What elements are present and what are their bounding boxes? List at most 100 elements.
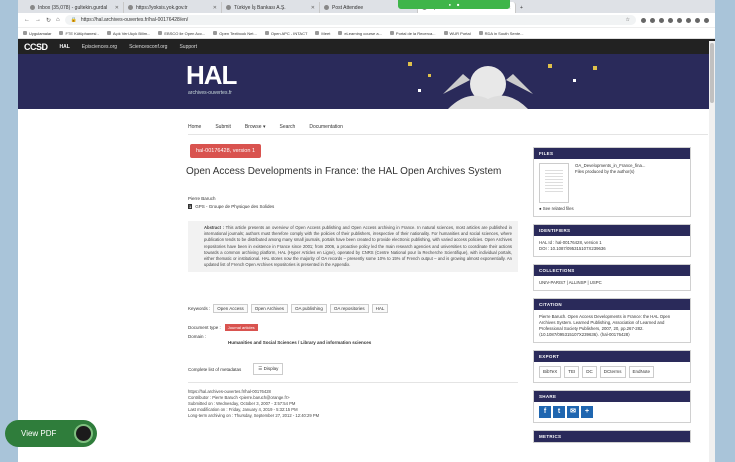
bookmark[interactable]: Portal de la Recerca... (389, 31, 436, 36)
scrollbar[interactable] (709, 41, 715, 462)
more-share-icon[interactable]: + (581, 406, 593, 418)
url-text: https://hal.archives-ouvertes.fr/hal-001… (80, 17, 189, 23)
bookmark[interactable]: EBSCO ile Open Acc... (158, 31, 205, 36)
recording-bar[interactable]: ● ■ (398, 0, 510, 9)
bookmark[interactable]: RDA in South Sente... (478, 31, 524, 36)
bank-icon (226, 5, 231, 10)
bookmark[interactable]: Open Textbook Net... (213, 31, 257, 36)
nav-submit[interactable]: Submit (215, 124, 231, 130)
url-field[interactable]: 🔒 https://hal.archives-ouvertes.fr/hal-00… (64, 15, 636, 25)
ccsd-logo[interactable]: CCSD (24, 42, 48, 52)
close-icon[interactable]: ✕ (213, 5, 217, 11)
browser-tab[interactable]: Türkiye İş Bankası A.Ş. ✕ (222, 2, 320, 13)
panel-title: FILES (534, 148, 690, 159)
bookmark-icon (443, 31, 448, 35)
view-pdf-button[interactable]: View PDF (5, 420, 97, 447)
extension-icon[interactable] (695, 17, 700, 23)
new-tab-button[interactable]: + (516, 2, 530, 13)
close-icon[interactable]: ✕ (115, 5, 119, 11)
browser-window: Inbox (35,078) - gultekin.gurdal ✕ https:… (18, 0, 715, 462)
keyword-chip[interactable]: Open Access (213, 304, 248, 313)
keyword-chip[interactable]: HAL (371, 304, 389, 313)
record-footer: https://hal.archives-ouvertes.fr/hal-001… (188, 389, 319, 419)
display-button[interactable]: ☰ Display (253, 363, 284, 375)
nav-browse[interactable]: Browse ▾ (245, 124, 266, 130)
author-link[interactable]: Pierre Baruch (188, 196, 216, 201)
nav-search[interactable]: Search (279, 124, 295, 130)
bookmark[interactable]: Open APC - INTACT (264, 31, 307, 36)
divider (188, 134, 708, 135)
export-bibtex-button[interactable]: BibTeX (539, 366, 562, 378)
long-term-archiving: Long-term archiving on : Thursday, Septe… (188, 413, 320, 418)
profile-icon[interactable] (704, 17, 709, 23)
ccsd-menu-episciences[interactable]: Episciences.org (82, 44, 117, 50)
collections-links[interactable]: UNIV-PARIS7 | ALLINSP | USPC (534, 276, 690, 290)
export-dc-button[interactable]: DC (582, 366, 597, 378)
bookmark[interactable]: WUR Portal (443, 31, 471, 36)
extension-icon[interactable] (659, 17, 664, 23)
browser-tab[interactable]: Inbox (35,078) - gultekin.gurdal ✕ (26, 2, 124, 13)
bookmark-icon (389, 31, 394, 35)
keyword-chip[interactable]: OA repositories (329, 304, 369, 313)
bookmark[interactable]: eLearning course a... (338, 31, 382, 36)
facebook-icon[interactable]: f (539, 406, 551, 418)
doi-link[interactable]: DOI : 10.1087/095315107X239636 (539, 246, 685, 252)
extension-icon[interactable] (668, 17, 673, 23)
abstract-box: Abstract : This article presents an over… (188, 221, 518, 273)
browser-tab[interactable]: https://yoksis.yok.gov.tr ✕ (124, 2, 222, 13)
panel-title: CITATION (534, 299, 690, 310)
site-nav: Home Submit Browse ▾ Search Documentatio… (188, 124, 343, 130)
home-icon[interactable]: ⌂ (56, 17, 60, 23)
bookmark-icon (315, 31, 320, 35)
hal-banner: HAL archives-ouvertes.fr (18, 54, 715, 109)
bookmark[interactable]: Uygulamalar (23, 31, 51, 36)
nav-documentation[interactable]: Documentation (309, 124, 343, 130)
back-icon[interactable]: ← (24, 17, 30, 23)
bookmark-icon (264, 31, 269, 35)
ccsd-menu-sciencesconf[interactable]: Sciencesconf.org (129, 44, 167, 50)
email-icon[interactable]: ✉ (567, 406, 579, 418)
sidebar: FILES OA_Developments_in_France_fina... F… (533, 147, 691, 450)
metadata-label: Complete list of metadatas (188, 366, 242, 372)
metadata-row: Complete list of metadatas ☰ Display (188, 363, 284, 375)
keyword-chip[interactable]: Open Archives (250, 304, 289, 313)
bookmark[interactable]: Meet (315, 31, 330, 36)
bookmarks-bar: Uygulamalar FTE Kütüphanesi - Açık Veri … (18, 28, 715, 39)
pdf-thumbnail[interactable] (539, 163, 569, 203)
forward-icon[interactable]: → (35, 17, 41, 23)
export-endnote-button[interactable]: EndNote (628, 366, 655, 378)
extension-icon[interactable] (686, 17, 691, 23)
twitter-icon[interactable]: t (553, 406, 565, 418)
share-panel: SHARE f t ✉ + (533, 390, 691, 423)
see-related-files[interactable]: ● See related files (539, 206, 685, 212)
version-badge[interactable]: hal-00176428, version 1 (190, 144, 262, 158)
nav-home[interactable]: Home (188, 124, 201, 130)
hal-logo[interactable]: HAL (186, 62, 237, 88)
files-panel: FILES OA_Developments_in_France_fina... F… (533, 147, 691, 217)
ccsd-menu-support[interactable]: Support (179, 44, 197, 50)
ccsd-menu-hal[interactable]: HAL (60, 44, 70, 50)
bookmark[interactable]: FTE Kütüphanesi - (59, 31, 99, 36)
export-panel: EXPORT BibTeX TEI DC DCterms EndNote (533, 350, 691, 383)
extension-icon[interactable] (641, 17, 646, 23)
scrollbar-thumb[interactable] (710, 43, 714, 103)
panel-title: IDENTIFIERS (534, 225, 690, 236)
extension-icon[interactable] (650, 17, 655, 23)
tab-label: Türkiye İş Bankası A.Ş. (234, 4, 286, 11)
star-icon[interactable]: ☆ (626, 17, 630, 23)
hal-logo-subtitle: archives-ouvertes.fr (188, 90, 232, 96)
reload-icon[interactable]: ↻ (46, 17, 51, 24)
extension-icon[interactable] (677, 17, 682, 23)
panel-title: METRICS (534, 431, 690, 442)
close-icon[interactable]: ✕ (311, 5, 315, 11)
export-tei-button[interactable]: TEI (564, 366, 580, 378)
bookmark-icon (106, 31, 111, 35)
bookmark[interactable]: Açık Veri Açık Bilim... (106, 31, 150, 36)
keyword-chip[interactable]: OA publishing (291, 304, 327, 313)
document-type: Document type : Journal articles (188, 324, 258, 331)
record-icon: ● (448, 2, 451, 7)
doctype-label: Document type : (188, 325, 221, 330)
export-dcterms-button[interactable]: DCterms (599, 366, 626, 378)
domain-link[interactable]: Humanities and Social Sciences / Library… (228, 340, 371, 345)
affiliation-link[interactable]: GPS - Groupe de Physique des Solides (195, 204, 274, 209)
